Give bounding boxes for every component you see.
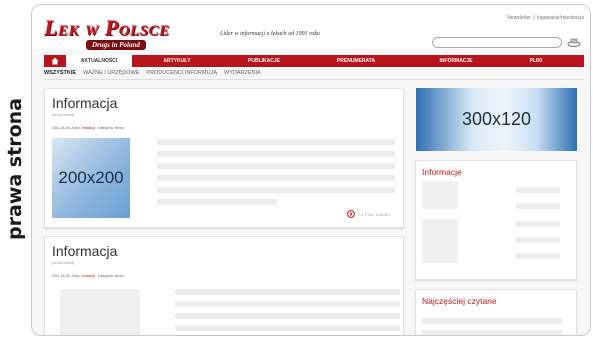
nav-item-prenumerata[interactable]: PRENUMERATA	[306, 58, 406, 64]
subnav-item-wazne[interactable]: WAŻNE I URZĘDOWE	[83, 70, 139, 76]
article-card: Informacja (credo tekst) 2011-04-05, Aut…	[44, 236, 404, 335]
nav-item-pliki[interactable]: PLIKI	[506, 58, 566, 64]
sidebar-box-title: Informacje	[422, 167, 462, 177]
newsletter-link[interactable]: Newsletter	[507, 15, 531, 21]
top-links: Newsletter | logowanie/rejestracja	[507, 15, 584, 21]
login-link[interactable]: logowanie/rejestracja	[537, 15, 584, 21]
subnav-item-producenci[interactable]: PRODUCENCI INFORMUJĄ	[146, 70, 217, 76]
sidebar-box-title: Najczęściej czytane	[422, 296, 497, 306]
article-thumbnail[interactable]	[60, 289, 140, 335]
text-line-placeholder	[157, 175, 395, 181]
sidebar-thumbnail[interactable]	[422, 219, 458, 263]
article-meta-category: , Kategoria: News	[95, 274, 124, 278]
article-meta-category: , Kategoria: News	[95, 126, 124, 130]
text-line-placeholder	[175, 301, 400, 307]
text-line-placeholder	[175, 325, 400, 331]
ad-placeholder-300x120[interactable]: 300x120	[416, 88, 577, 151]
arrow-circle-icon	[347, 210, 355, 218]
sidebar-box-informacje: Informacje	[415, 160, 577, 280]
text-line-placeholder	[157, 187, 395, 193]
subnav-item-wszystkie[interactable]: WSZYSTKIE	[44, 70, 76, 76]
subnav-divider	[44, 79, 584, 80]
home-icon	[51, 57, 59, 65]
nav-item-publikacje[interactable]: PUBLIKACJE	[222, 58, 306, 64]
side-label: prawa strona	[0, 0, 30, 338]
nav-item-artykuly[interactable]: ARTYKUŁY	[132, 58, 222, 64]
article-subtitle: (credo tekst)	[52, 112, 75, 117]
text-line-placeholder	[157, 139, 395, 145]
sidebar-box-most-read: Najczęściej czytane	[415, 289, 577, 335]
search-icon[interactable]	[566, 37, 582, 48]
subnav-item-wydarzenia[interactable]: WYDARZENIA	[224, 70, 261, 76]
ad-size-label: 200x200	[58, 168, 124, 187]
link-separator-icon: |	[533, 15, 535, 21]
text-line-placeholder	[157, 163, 395, 169]
logo-main-text: Lek w Polsce	[44, 15, 170, 40]
side-label-text: prawa strona	[4, 98, 27, 240]
ad-placeholder-200x200[interactable]: 200x200	[52, 138, 130, 218]
text-line-placeholder	[516, 221, 560, 227]
article-meta-date: 2011-04-05, Autor:	[52, 126, 81, 130]
site-logo[interactable]: Lek w Polsce Drugs in Poland	[44, 15, 170, 50]
search-input[interactable]	[432, 37, 562, 48]
text-line-placeholder	[422, 330, 562, 335]
text-line-placeholder	[516, 237, 560, 243]
site-tagline: Lider w informacji o lekach od 1991 roku	[220, 31, 320, 37]
browser-frame: Lek w Polsce Drugs in Poland Lider w inf…	[31, 4, 591, 336]
read-more-link[interactable]: CZYTAJ DALEJ	[347, 210, 390, 218]
text-line-placeholder	[516, 187, 560, 193]
article-meta: 2011-04-05, Autor: redakcja , Kategoria:…	[52, 274, 124, 278]
main-nav: AKTUALNOŚCI ARTYKUŁY PUBLIKACJE PRENUMER…	[44, 55, 584, 67]
article-subtitle: (credo tekst)	[52, 260, 75, 265]
nav-item-informacje[interactable]: INFORMACJE	[406, 58, 506, 64]
nav-item-aktualnosci[interactable]: AKTUALNOŚCI	[66, 55, 132, 67]
sub-nav: WSZYSTKIE WAŻNE I URZĘDOWE PRODUCENCI IN…	[44, 68, 261, 78]
article-card: Informacja (credo tekst) 2011-04-05, Aut…	[44, 88, 404, 228]
logo-sub-text: Drugs in Poland	[86, 40, 146, 50]
text-line-placeholder	[422, 318, 562, 324]
text-line-placeholder	[516, 253, 560, 259]
article-meta-date: 2011-04-05, Autor:	[52, 274, 81, 278]
text-line-placeholder	[175, 313, 400, 319]
article-title[interactable]: Informacja	[52, 95, 117, 111]
text-line-placeholder	[175, 289, 400, 295]
article-meta-author[interactable]: redakcja	[82, 274, 95, 278]
article-meta: 2011-04-05, Autor: redakcja , Kategoria:…	[52, 126, 124, 130]
sidebar-thumbnail[interactable]	[422, 181, 458, 209]
article-title[interactable]: Informacja	[52, 243, 117, 259]
read-more-label: CZYTAJ DALEJ	[358, 211, 390, 217]
text-line-placeholder	[157, 151, 395, 157]
nav-home-button[interactable]	[44, 55, 66, 67]
text-line-placeholder	[516, 203, 560, 209]
article-meta-author[interactable]: redakcja	[82, 126, 95, 130]
text-line-placeholder	[157, 199, 277, 205]
ad-size-label: 300x120	[461, 109, 532, 129]
site-header: Lek w Polsce Drugs in Poland Lider w inf…	[32, 5, 590, 50]
